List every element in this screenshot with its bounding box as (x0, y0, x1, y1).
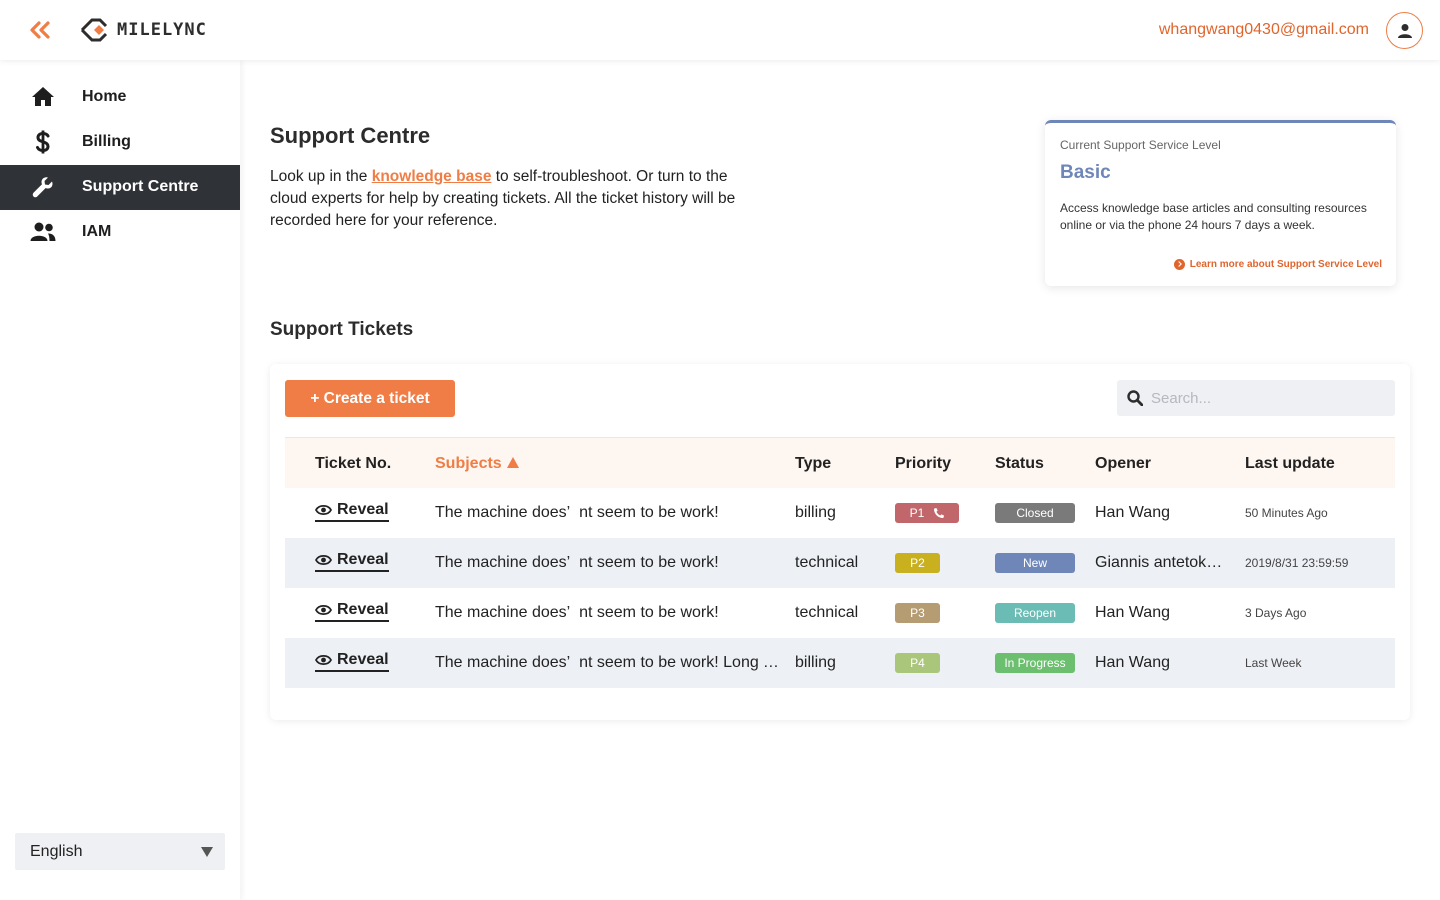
priority-label: P2 (910, 556, 925, 570)
sort-ascending-icon (506, 457, 519, 468)
priority-label: P3 (910, 606, 925, 620)
column-status: Status (995, 455, 1044, 472)
ticket-type: technical (795, 604, 859, 621)
ticket-last-update: 2019/8/31 23:59:59 (1245, 556, 1349, 570)
eye-icon (315, 554, 332, 566)
priority-label: P1 (909, 506, 925, 520)
intro-text-start: Look up in the (270, 168, 372, 185)
tickets-card: + Create a ticket Ticket No. Subjects Ty… (270, 364, 1410, 720)
user-avatar[interactable] (1386, 12, 1423, 49)
ticket-opener: Giannis antetokounmpo (1095, 554, 1230, 571)
search-box (1117, 380, 1395, 416)
table-header: Ticket No. Subjects Type Priority Status… (285, 437, 1395, 488)
language-select[interactable]: English (15, 833, 225, 870)
reveal-label: Reveal (337, 601, 389, 618)
service-level-card: Current Support Service Level Basic Acce… (1045, 120, 1396, 286)
ticket-opener: Han Wang (1095, 604, 1170, 621)
sidebar-item-home[interactable]: Home (0, 75, 240, 120)
logo-mark-icon (80, 18, 108, 42)
search-icon (1127, 390, 1143, 406)
sidebar-item-label: Home (82, 88, 127, 105)
caret-down-icon (201, 847, 213, 857)
ticket-type: technical (795, 554, 859, 571)
ticket-type: billing (795, 654, 836, 671)
sidebar-item-label: IAM (82, 223, 112, 240)
priority-badge: P4 (895, 653, 940, 673)
status-badge: In Progress (995, 653, 1075, 673)
ticket-opener: Han Wang (1095, 504, 1170, 521)
table-row: Reveal The machine does’ nt seem to be w… (285, 538, 1395, 588)
priority-badge: P3 (895, 603, 940, 623)
reveal-ticket-button[interactable]: Reveal (315, 551, 389, 572)
ticket-subject: The machine does’ nt seem to be work! (435, 504, 719, 521)
priority-badge: P2 (895, 553, 940, 573)
phone-icon (934, 508, 945, 518)
learn-more-label: Learn more about Support Service Level (1189, 259, 1382, 270)
user-icon (1397, 23, 1412, 38)
sidebar-item-iam[interactable]: IAM (0, 210, 240, 255)
sidebar-item-support-centre[interactable]: Support Centre (0, 165, 240, 210)
ticket-subject: The machine does’ nt seem to be work! (435, 604, 719, 621)
eye-icon (315, 654, 332, 666)
ticket-opener: Han Wang (1095, 654, 1170, 671)
table-row: Reveal The machine does’ nt seem to be w… (285, 588, 1395, 638)
brand-name: MILELYNC (117, 20, 207, 40)
reveal-label: Reveal (337, 501, 389, 518)
column-last-update: Last update (1245, 455, 1335, 472)
collapse-sidebar-icon[interactable] (28, 18, 54, 42)
eye-icon (315, 604, 332, 616)
ticket-subject: The machine does’ nt seem to be work! Lo… (435, 654, 785, 671)
reveal-label: Reveal (337, 651, 389, 668)
reveal-label: Reveal (337, 551, 389, 568)
service-level-caption: Current Support Service Level (1060, 138, 1221, 152)
learn-more-link[interactable]: Learn more about Support Service Level (1173, 259, 1382, 270)
create-ticket-button[interactable]: + Create a ticket (285, 380, 455, 417)
column-opener: Opener (1095, 455, 1152, 472)
table-row: Reveal The machine does’ nt seem to be w… (285, 488, 1395, 538)
eye-icon (315, 504, 332, 516)
column-type: Type (795, 455, 832, 472)
ticket-last-update: Last Week (1245, 656, 1302, 670)
priority-badge: P1 (895, 503, 959, 523)
service-level-name: Basic (1060, 162, 1111, 183)
user-email[interactable]: whangwang0430@gmail.com (1159, 21, 1369, 39)
tickets-section-title: Support Tickets (270, 319, 414, 340)
sidebar: Home Billing Support Centre IAM English (0, 60, 240, 900)
reveal-ticket-button[interactable]: Reveal (315, 601, 389, 622)
home-icon (30, 85, 56, 109)
priority-label: P4 (910, 656, 925, 670)
reveal-ticket-button[interactable]: Reveal (315, 651, 389, 672)
search-input[interactable] (1151, 380, 1389, 416)
wrench-icon (30, 175, 56, 199)
users-icon (30, 220, 56, 244)
language-value: English (30, 843, 83, 860)
sidebar-item-billing[interactable]: Billing (0, 120, 240, 165)
sidebar-item-label: Billing (82, 133, 131, 150)
ticket-last-update: 3 Days Ago (1245, 606, 1307, 620)
sidebar-item-label: Support Centre (82, 178, 199, 195)
reveal-ticket-button[interactable]: Reveal (315, 501, 389, 522)
column-subjects-label: Subjects (435, 455, 502, 472)
ticket-subject: The machine does’ nt seem to be work! (435, 554, 719, 571)
ticket-type: billing (795, 504, 836, 521)
page-title: Support Centre (270, 123, 431, 148)
top-bar: MILELYNC whangwang0430@gmail.com (0, 0, 1440, 60)
status-badge: Reopen (995, 603, 1075, 623)
table-row: Reveal The machine does’ nt seem to be w… (285, 638, 1395, 688)
status-badge: New (995, 553, 1075, 573)
dollar-icon (30, 130, 56, 154)
intro-text: Look up in the knowledge base to self-tr… (270, 166, 760, 232)
brand-logo[interactable]: MILELYNC (80, 17, 207, 43)
column-priority: Priority (895, 455, 952, 472)
column-ticket-no: Ticket No. (315, 455, 392, 472)
arrow-circle-right-icon (1173, 259, 1185, 270)
knowledge-base-link[interactable]: knowledge base (372, 168, 492, 185)
status-badge: Closed (995, 503, 1075, 523)
column-subjects[interactable]: Subjects (435, 455, 519, 473)
ticket-last-update: 50 Minutes Ago (1245, 506, 1328, 520)
tickets-table: Ticket No. Subjects Type Priority Status… (285, 437, 1395, 688)
service-level-description: Access knowledge base articles and consu… (1060, 201, 1367, 232)
